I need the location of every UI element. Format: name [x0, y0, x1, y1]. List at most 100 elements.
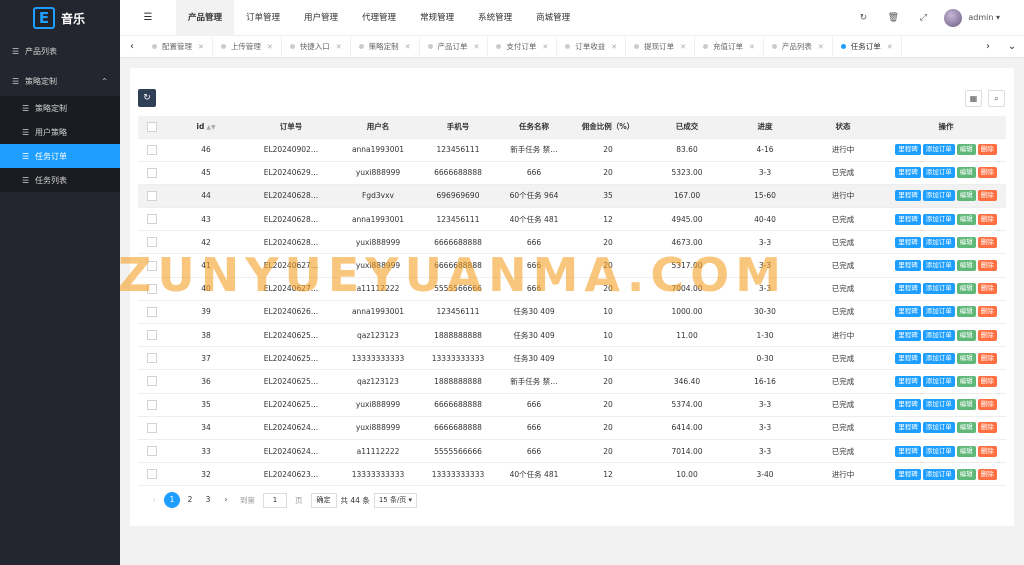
delete-button[interactable]: 删除 [977, 190, 997, 202]
checkbox[interactable] [147, 190, 157, 201]
delete-button[interactable]: 删除 [977, 260, 997, 272]
checkbox[interactable] [147, 144, 157, 155]
col-id[interactable]: id ▲▼ [166, 116, 246, 139]
row-checkbox[interactable] [138, 416, 166, 440]
goto-confirm-button[interactable]: 确定 [310, 492, 337, 508]
add-order-button[interactable]: 添加订单 [922, 445, 955, 457]
tab-config[interactable]: 配置管理 ✕ [144, 35, 213, 58]
row-checkbox[interactable] [138, 439, 166, 464]
row-checkbox[interactable] [138, 277, 166, 301]
row-checkbox[interactable] [138, 161, 166, 185]
tabs-scroll-left-icon[interactable]: ‹ [120, 41, 144, 52]
delete-button[interactable]: 删除 [977, 445, 997, 457]
tab-strategy[interactable]: 策略定制 ✕ [351, 35, 420, 58]
checkbox[interactable] [147, 422, 157, 433]
delete-button[interactable]: 删除 [977, 329, 997, 341]
milestone-button[interactable]: 里程碑 [895, 468, 921, 480]
sidebar-item-product-list[interactable]: ☰ 产品列表 [0, 36, 120, 66]
fullscreen-icon[interactable]: ⤢ [908, 13, 938, 23]
row-checkbox[interactable] [138, 300, 166, 325]
delete-button[interactable]: 删除 [977, 468, 997, 480]
row-checkbox[interactable] [138, 138, 166, 162]
add-order-button[interactable]: 添加订单 [922, 468, 955, 480]
checkbox[interactable] [147, 376, 157, 387]
add-order-button[interactable]: 添加订单 [922, 283, 955, 295]
milestone-button[interactable]: 里程碑 [895, 283, 921, 295]
checkbox[interactable] [147, 399, 157, 410]
milestone-button[interactable]: 里程碑 [895, 329, 921, 341]
edit-button[interactable]: 编辑 [956, 399, 976, 411]
tab-order-income[interactable]: 订单收益 ✕ [557, 35, 627, 58]
checkbox[interactable] [147, 469, 157, 480]
close-icon[interactable]: ✕ [474, 43, 480, 51]
edit-button[interactable]: 编辑 [956, 445, 976, 457]
add-order-button[interactable]: 添加订单 [922, 352, 955, 364]
sidebar-item-task-list[interactable]: ☰ 任务列表 [0, 168, 120, 192]
milestone-button[interactable]: 里程碑 [895, 399, 921, 411]
row-checkbox[interactable] [138, 323, 166, 348]
tab-task-orders[interactable]: 任务订单 ✕ [833, 35, 902, 58]
delete-button[interactable]: 删除 [977, 375, 997, 387]
row-checkbox[interactable] [138, 184, 166, 209]
next-page-button[interactable]: › [218, 492, 234, 508]
top-menu-mall[interactable]: 商城管理 [524, 0, 582, 36]
top-menu-general[interactable]: 常规管理 [408, 0, 466, 36]
milestone-button[interactable]: 里程碑 [895, 144, 921, 156]
row-checkbox[interactable] [138, 346, 166, 371]
checkbox[interactable] [147, 446, 157, 457]
close-icon[interactable]: ✕ [749, 43, 755, 51]
milestone-button[interactable]: 里程碑 [895, 352, 921, 364]
add-order-button[interactable]: 添加订单 [922, 375, 955, 387]
goto-page-input[interactable]: 1 [263, 492, 287, 508]
close-icon[interactable]: ✕ [198, 43, 204, 51]
row-checkbox[interactable] [138, 253, 166, 278]
edit-button[interactable]: 编辑 [956, 213, 976, 225]
tab-shortcut[interactable]: 快捷入口 ✕ [282, 35, 351, 58]
delete-button[interactable]: 删除 [977, 422, 997, 434]
row-checkbox[interactable] [138, 369, 166, 394]
table-refresh-button[interactable]: ↻ [138, 89, 156, 107]
milestone-button[interactable]: 里程碑 [895, 375, 921, 387]
edit-button[interactable]: 编辑 [956, 352, 976, 364]
delete-button[interactable]: 删除 [977, 144, 997, 156]
milestone-button[interactable]: 里程碑 [895, 422, 921, 434]
tab-withdraw-orders[interactable]: 提现订单 ✕ [626, 35, 695, 58]
sidebar-item-user-strategy[interactable]: ☰ 用户策略 [0, 120, 120, 144]
page-1-button[interactable]: 1 [164, 492, 180, 508]
delete-button[interactable]: 删除 [977, 213, 997, 225]
refresh-icon[interactable]: ↻ [848, 13, 878, 23]
add-order-button[interactable]: 添加订单 [922, 422, 955, 434]
avatar[interactable] [944, 8, 963, 27]
milestone-button[interactable]: 里程碑 [895, 236, 921, 248]
edit-button[interactable]: 编辑 [956, 375, 976, 387]
delete-button[interactable]: 删除 [977, 306, 997, 318]
page-2-button[interactable]: 2 [182, 492, 198, 508]
top-menu-system[interactable]: 系统管理 [466, 0, 524, 36]
edit-button[interactable]: 编辑 [956, 329, 976, 341]
tab-pay-orders[interactable]: 支付订单 ✕ [488, 35, 558, 58]
milestone-button[interactable]: 里程碑 [895, 213, 921, 225]
columns-filter-icon[interactable]: ▦ [965, 90, 982, 107]
top-menu-user[interactable]: 用户管理 [292, 0, 350, 36]
edit-button[interactable]: 编辑 [956, 422, 976, 434]
tab-product-list[interactable]: 产品列表 ✕ [764, 35, 833, 58]
add-order-button[interactable]: 添加订单 [922, 329, 955, 341]
checkbox[interactable] [147, 260, 157, 271]
close-icon[interactable]: ✕ [887, 43, 893, 51]
prev-page-button[interactable]: ‹ [146, 492, 162, 508]
tab-upload[interactable]: 上传管理 ✕ [213, 35, 282, 58]
add-order-button[interactable]: 添加订单 [922, 190, 955, 202]
edit-button[interactable]: 编辑 [956, 306, 976, 318]
milestone-button[interactable]: 里程碑 [895, 167, 921, 179]
delete-button[interactable]: 删除 [977, 236, 997, 248]
sort-icon[interactable]: ▲▼ [206, 124, 215, 131]
add-order-button[interactable]: 添加订单 [922, 260, 955, 272]
milestone-button[interactable]: 里程碑 [895, 306, 921, 318]
checkbox[interactable] [147, 283, 157, 294]
close-icon[interactable]: ✕ [818, 43, 824, 51]
close-icon[interactable]: ✕ [267, 43, 273, 51]
add-order-button[interactable]: 添加订单 [922, 306, 955, 318]
checkbox[interactable] [147, 330, 157, 341]
add-order-button[interactable]: 添加订单 [922, 236, 955, 248]
tab-recharge-orders[interactable]: 充值订单 ✕ [695, 35, 764, 58]
